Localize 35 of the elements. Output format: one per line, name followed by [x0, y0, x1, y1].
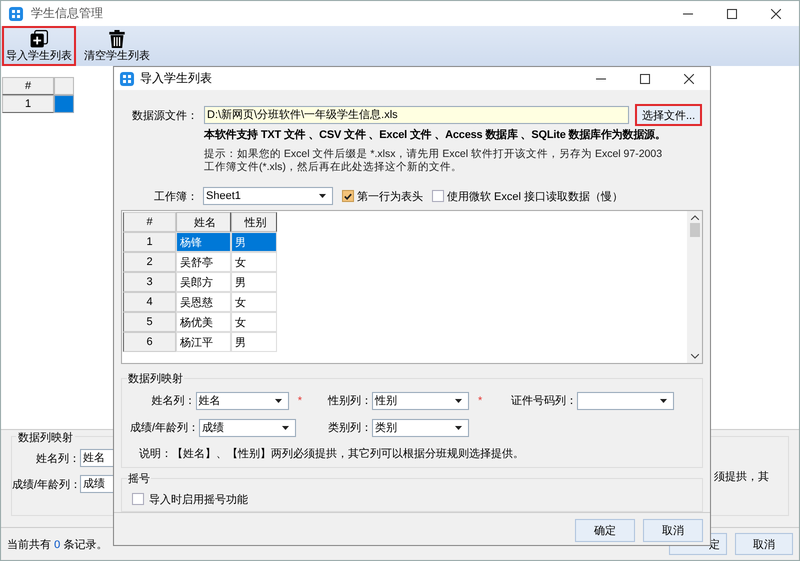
group-title: 摇号 [127, 471, 151, 486]
note-text: 须提拱，其 [714, 470, 769, 484]
checkbox-label: 第一行为表头 [357, 190, 423, 204]
field-label: 姓名列： [35, 452, 80, 466]
required-mark: * [298, 394, 302, 406]
status-text: 当前共有 0 条记录。 [7, 538, 108, 552]
row-header: 2 [123, 252, 176, 272]
column-header: # [2, 77, 54, 95]
row-header: 6 [123, 332, 176, 352]
support-text: 本软件支持 TXT 文件 、CSV 文件 、Excel 文件 、Access 数据库 、SQLite 数据库作为数据源。 [204, 128, 667, 142]
field-label: 性别列： [326, 394, 372, 408]
dialog-title: 导入学生列表 [140, 70, 213, 87]
hint-text: 提示：如果您的 Excel 文件后缀是 *.xlsx，请先用 Excel 软件打开该文件，另存为 Excel 97-2003 工作簿文件(*.xls)，然后再在此处选择这个新的文件。 [204, 148, 664, 174]
note-text: 说明：【姓名】、【性别】两列必须提拱，其它列可以根据分班规则选择提供。 [139, 446, 525, 461]
checkbox-label: 使用微软 Excel 接口读取数据（慢） [447, 190, 624, 204]
group-title: 数据列映射 [16, 430, 75, 445]
field-label: 数据源文件： [131, 108, 198, 122]
row-header: 1 [123, 232, 176, 252]
field-label: 成绩/年龄列： [12, 478, 80, 492]
row-header: 4 [123, 292, 176, 312]
column-header: 姓名 [176, 212, 231, 232]
field-label: 姓名列： [150, 394, 196, 408]
group-title: 数据列映射 [127, 371, 184, 386]
required-mark: * [478, 394, 482, 406]
field-label: 类别列： [327, 421, 372, 435]
field-label: 工作簿： [153, 190, 198, 204]
row-header: 1 [2, 95, 54, 113]
checkbox-label: 导入时启用摇号功能 [149, 492, 248, 506]
column-header: # [123, 212, 176, 232]
row-header: 3 [123, 272, 176, 292]
row-header: 5 [123, 312, 176, 332]
column-header: 性别 [231, 212, 277, 232]
field-label: 成绩/年龄列： [128, 421, 199, 435]
field-label: 证件号码列： [510, 394, 577, 408]
window-title: 学生信息管理 [31, 5, 104, 22]
